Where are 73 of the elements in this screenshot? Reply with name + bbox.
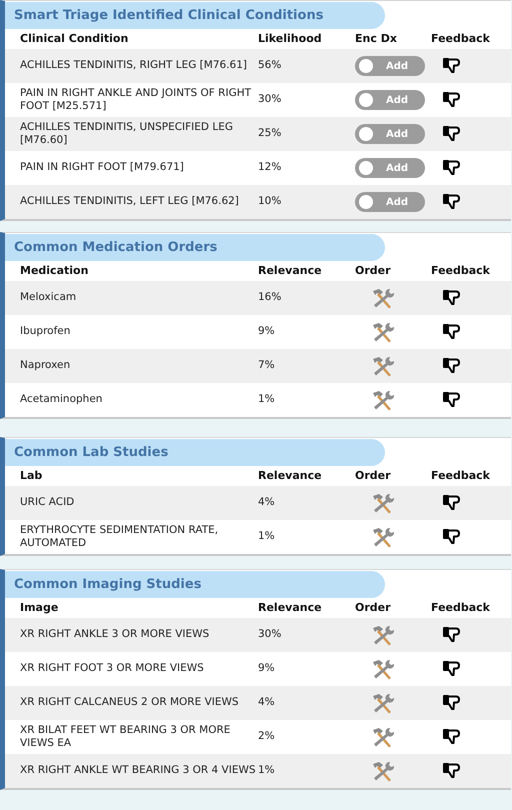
column-header: Likelihood <box>258 30 323 47</box>
column-header: Relevance <box>258 262 323 279</box>
thumbs-down-icon[interactable] <box>443 194 461 210</box>
thumbs-down-icon[interactable] <box>443 763 461 779</box>
column-header: Order <box>355 468 392 484</box>
column-header: Relevance <box>258 600 323 616</box>
thumbs-down-icon[interactable] <box>443 58 461 74</box>
column-header: Feedback <box>431 468 491 484</box>
percentage-cell: 2% <box>258 730 275 742</box>
percentage-cell: 1% <box>258 764 275 776</box>
table-cell-text: Acetaminophen <box>19 392 104 408</box>
percentage-cell: 16% <box>258 291 282 304</box>
thumbs-down-icon[interactable] <box>443 160 461 176</box>
table-cell-text: ACHILLES TENDINITIS, LEFT LEG [M76.62] <box>19 194 240 210</box>
add-toggle[interactable]: Add <box>355 192 425 212</box>
section-title: Common Lab Studies <box>5 439 385 466</box>
thumbs-down-icon[interactable] <box>443 729 461 745</box>
section-title: Common Medication Orders <box>5 234 385 261</box>
table-cell-text: XR RIGHT ANKLE 3 OR MORE VIEWS <box>19 627 210 642</box>
thumbs-down-icon[interactable] <box>443 290 461 306</box>
table-cell-text: ACHILLES TENDINITIS, UNSPECIFIED LEG [M76.60] <box>19 120 234 148</box>
thumbs-down-icon[interactable] <box>443 358 461 374</box>
column-header: Clinical Condition <box>19 30 130 47</box>
percentage-cell: 9% <box>258 662 275 674</box>
percentage-cell: 56% <box>258 59 282 72</box>
percentage-cell: 9% <box>258 325 275 338</box>
thumbs-down-icon[interactable] <box>443 695 461 711</box>
percentage-cell: 7% <box>258 359 275 372</box>
table-cell-text: PAIN IN RIGHT ANKLE AND JOINTS OF RIGHT FOOT [M25.571] <box>19 86 252 114</box>
add-toggle[interactable]: Add <box>355 56 425 76</box>
table-cell-text: XR BILAT FEET WT BEARING 3 OR MORE VIEWS EA <box>19 722 232 751</box>
column-header: Feedback <box>431 600 491 616</box>
column-header: Order <box>355 600 392 616</box>
column-header: Lab <box>19 468 44 484</box>
thumbs-down-icon[interactable] <box>443 627 461 643</box>
column-header: Feedback <box>431 30 491 47</box>
thumbs-down-icon[interactable] <box>443 324 461 340</box>
percentage-cell: 4% <box>258 696 275 708</box>
table-cell-text: Meloxicam <box>19 290 78 306</box>
table-cell-text: ACHILLES TENDINITIS, RIGHT LEG [M76.61] <box>19 58 248 74</box>
add-toggle[interactable]: Add <box>355 158 425 178</box>
table-cell-text: XR RIGHT FOOT 3 OR MORE VIEWS <box>19 661 205 676</box>
percentage-cell: 4% <box>258 496 275 508</box>
percentage-cell: 30% <box>258 628 282 640</box>
percentage-cell: 10% <box>258 195 282 208</box>
column-header: Relevance <box>258 468 323 484</box>
thumbs-down-icon[interactable] <box>443 661 461 677</box>
table-cell-text: Ibuprofen <box>19 324 72 340</box>
add-toggle[interactable]: Add <box>355 124 425 144</box>
column-header: Order <box>355 262 392 279</box>
percentage-cell: 12% <box>258 161 282 174</box>
percentage-cell: 30% <box>258 93 282 106</box>
table-cell-text: Naproxen <box>19 358 72 374</box>
add-toggle[interactable]: Add <box>355 90 425 110</box>
section-title: Common Imaging Studies <box>5 571 385 598</box>
thumbs-down-icon[interactable] <box>443 529 461 545</box>
percentage-cell: 1% <box>258 393 275 406</box>
table-cell-text: XR RIGHT CALCANEUS 2 OR MORE VIEWS <box>19 695 240 710</box>
column-header: Feedback <box>431 262 491 279</box>
percentage-cell: 1% <box>258 530 275 542</box>
thumbs-down-icon[interactable] <box>443 495 461 511</box>
table-cell-text: ERYTHROCYTE SEDIMENTATION RATE, AUTOMATED <box>19 522 220 551</box>
section-title: Smart Triage Identified Clinical Conditions <box>5 2 385 29</box>
column-header: Enc Dx <box>355 30 398 47</box>
table-cell-text: PAIN IN RIGHT FOOT [M79.671] <box>19 160 185 176</box>
percentage-cell: 25% <box>258 127 282 140</box>
table-cell-text: URIC ACID <box>19 495 76 510</box>
column-header: Medication <box>19 262 90 279</box>
thumbs-down-icon[interactable] <box>443 92 461 108</box>
thumbs-down-icon[interactable] <box>443 392 461 408</box>
column-header: Image <box>19 600 60 616</box>
thumbs-down-icon[interactable] <box>443 126 461 142</box>
table-cell-text: XR RIGHT ANKLE WT BEARING 3 OR 4 VIEWS <box>19 763 257 778</box>
